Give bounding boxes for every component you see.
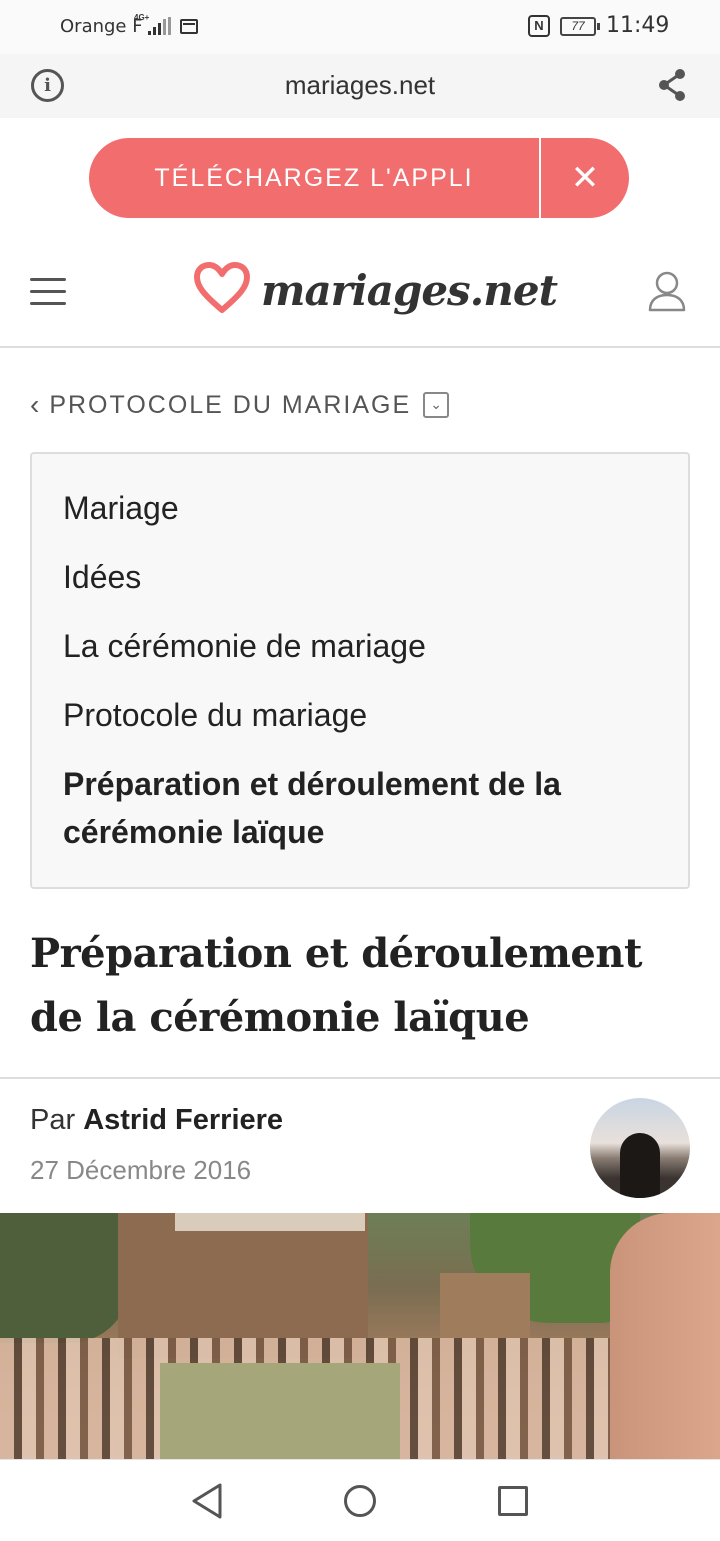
notification-icon <box>180 19 198 34</box>
android-back-icon[interactable] <box>190 1482 224 1520</box>
hamburger-menu-icon[interactable] <box>30 278 66 306</box>
image-building <box>118 1213 368 1358</box>
logo-text: mariages.net <box>261 266 558 315</box>
category-nav: Mariage Idées La cérémonie de mariage Pr… <box>30 452 690 889</box>
battery-icon: 77 <box>560 17 600 36</box>
byline-prefix: Par <box>30 1104 76 1136</box>
nav-item-current: Préparation et déroulement de la cérémon… <box>63 766 561 850</box>
carrier-label: Orange F <box>60 16 143 37</box>
status-bar: Orange F 4G+ N 77 11:49 <box>0 0 720 54</box>
avatar-figure <box>620 1133 660 1198</box>
heart-logo-icon <box>194 262 250 313</box>
close-icon[interactable]: ✕ <box>541 138 629 218</box>
author-name[interactable]: Astrid Ferriere <box>83 1104 283 1136</box>
android-recent-apps-icon[interactable] <box>498 1486 528 1516</box>
image-tree <box>0 1213 130 1343</box>
author-byline: Par Astrid Ferriere <box>30 1104 283 1137</box>
url-text[interactable]: mariages.net <box>0 70 720 101</box>
breadcrumb[interactable]: ‹ PROTOCOLE DU MARIAGE ⌄ <box>30 388 450 422</box>
nav-item-protocole[interactable]: Protocole du mariage <box>63 691 658 739</box>
image-building <box>440 1273 530 1343</box>
nav-item-mariage[interactable]: Mariage <box>63 484 658 532</box>
android-nav-bar <box>0 1459 720 1541</box>
article-hero-image <box>0 1213 720 1459</box>
browser-url-bar: i mariages.net <box>0 54 720 118</box>
signal-strength-icon <box>148 17 171 35</box>
article-date: 27 Décembre 2016 <box>30 1155 252 1185</box>
breadcrumb-label[interactable]: PROTOCOLE DU MARIAGE <box>49 391 411 420</box>
site-header: mariages.net <box>0 240 720 348</box>
user-account-icon[interactable] <box>648 270 686 312</box>
article-title: Préparation et déroulement de la cérémon… <box>30 930 642 1041</box>
nav-item-ceremonie[interactable]: La cérémonie de mariage <box>63 622 658 670</box>
nfc-icon: N <box>528 15 550 37</box>
android-home-icon[interactable] <box>344 1485 376 1517</box>
chevron-down-icon[interactable]: ⌄ <box>423 392 450 418</box>
divider <box>0 1077 720 1079</box>
image-roof <box>175 1213 365 1231</box>
image-aisle <box>160 1363 400 1459</box>
share-icon[interactable] <box>656 68 688 102</box>
download-app-button[interactable]: TÉLÉCHARGEZ L'APPLI <box>89 164 539 193</box>
download-app-banner: TÉLÉCHARGEZ L'APPLI ✕ <box>89 138 629 218</box>
clock: 11:49 <box>606 13 670 38</box>
chevron-left-icon: ‹ <box>30 389 40 420</box>
image-foreground-person <box>610 1213 720 1459</box>
nav-item-idees[interactable]: Idées <box>63 553 658 601</box>
author-avatar[interactable] <box>590 1098 690 1198</box>
